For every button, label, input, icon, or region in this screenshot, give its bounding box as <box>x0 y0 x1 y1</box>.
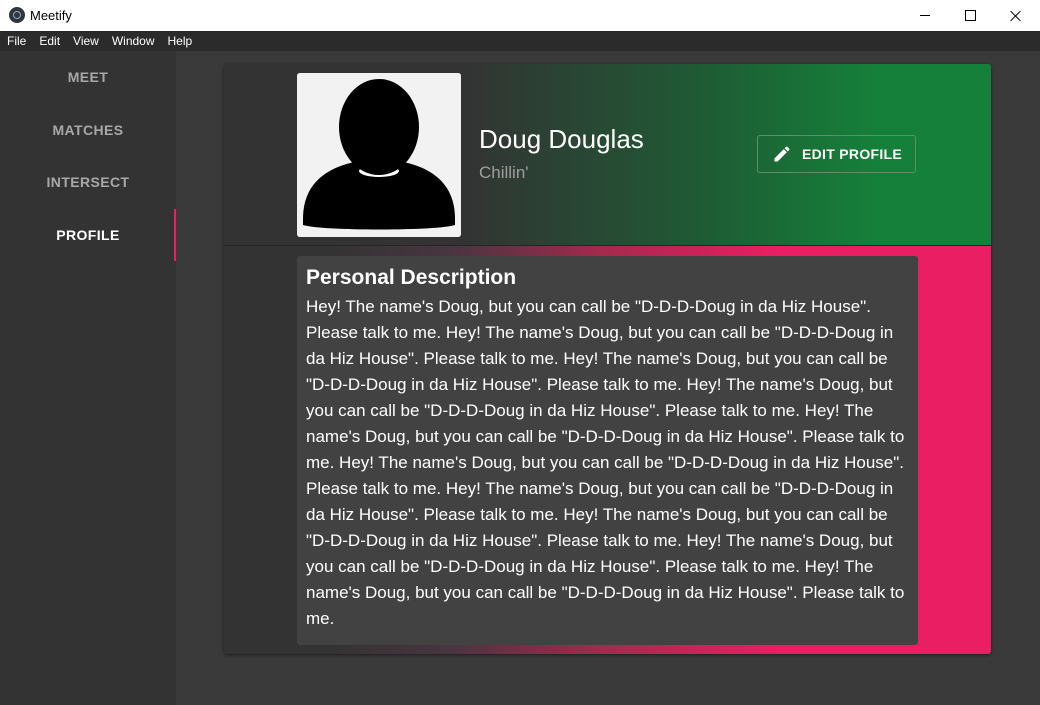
app-logo-icon <box>9 7 25 23</box>
menu-bar: File Edit View Window Help <box>0 31 1040 51</box>
close-icon <box>1010 10 1022 22</box>
window-title: Meetify <box>30 8 72 23</box>
menu-window[interactable]: Window <box>105 31 161 51</box>
maximize-icon <box>964 10 976 21</box>
edit-profile-button[interactable]: EDIT PROFILE <box>757 135 916 173</box>
maximize-button[interactable] <box>947 0 993 31</box>
nav-item-matches[interactable]: MATCHES <box>0 104 176 156</box>
description-text: Hey! The name's Doug, but you can call b… <box>306 297 905 628</box>
avatar <box>297 73 461 237</box>
edit-profile-label: EDIT PROFILE <box>802 146 903 162</box>
title-bar: Meetify <box>0 0 1040 31</box>
description-title: Personal Description <box>306 266 517 289</box>
menu-file[interactable]: File <box>0 31 32 51</box>
menu-view[interactable]: View <box>66 31 105 51</box>
menu-edit[interactable]: Edit <box>32 31 66 51</box>
menu-help[interactable]: Help <box>161 31 199 51</box>
sidebar-nav: MEET MATCHES INTERSECT PROFILE <box>0 51 176 705</box>
person-silhouette-icon <box>297 73 461 237</box>
profile-header: Doug Douglas Chillin' EDIT PROFILE <box>224 64 991 246</box>
close-button[interactable] <box>993 0 1039 31</box>
nav-item-intersect[interactable]: INTERSECT <box>0 156 176 208</box>
nav-item-meet[interactable]: MEET <box>0 51 176 103</box>
pencil-icon <box>772 144 792 164</box>
profile-name: Doug Douglas <box>479 124 644 154</box>
nav-item-profile[interactable]: PROFILE <box>0 209 176 261</box>
description-card: Personal Description Hey! The name's Dou… <box>297 256 918 645</box>
profile-status: Chillin' <box>479 163 529 182</box>
minimize-icon <box>920 15 930 16</box>
profile-card: Doug Douglas Chillin' EDIT PROFILE Perso… <box>224 64 991 654</box>
minimize-button[interactable] <box>902 0 948 31</box>
main-content: Doug Douglas Chillin' EDIT PROFILE Perso… <box>176 51 1040 705</box>
